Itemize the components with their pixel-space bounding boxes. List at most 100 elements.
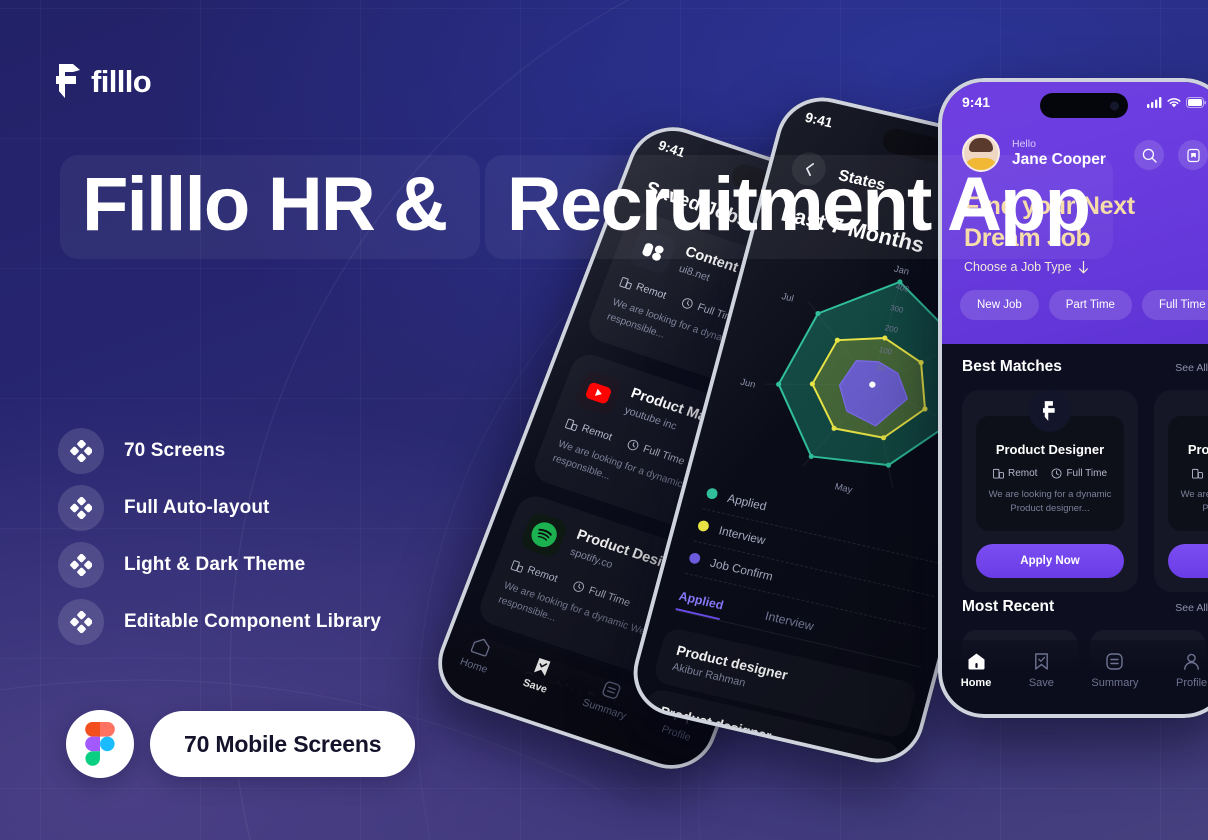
nav-label: Summary: [1091, 677, 1139, 689]
headline-line-1: Filllo HR &: [82, 162, 448, 247]
best-match-body: Product Designer Remot Full Time We are …: [976, 416, 1124, 531]
nav-label: Profile: [659, 723, 693, 744]
youtube-logo-icon: [573, 369, 624, 418]
feature-item-theme: Light & Dark Theme: [58, 536, 381, 593]
nav-item-summary[interactable]: Summary: [581, 675, 637, 722]
building-icon: [992, 468, 1004, 479]
headline-row-2: Recruitment App: [484, 155, 1114, 260]
brand-logo-text: filllo: [91, 63, 152, 99]
chip-full-time[interactable]: Full Time: [1141, 290, 1208, 320]
summary-icon: [1106, 653, 1124, 670]
legend-dot: [696, 519, 711, 533]
company-badge: [1029, 390, 1071, 432]
feature-item-autolayout: Full Auto-layout: [58, 479, 381, 536]
feature-label: 70 Screens: [124, 439, 226, 461]
headline-row-1: Filllo HR &: [60, 155, 481, 260]
tab-applied[interactable]: Applied: [675, 589, 725, 620]
radar-label-jun: Jun: [739, 377, 756, 390]
section-title: Most Recent: [962, 598, 1055, 615]
job-location: Remot: [510, 559, 559, 585]
section-title: Best Matches: [962, 358, 1062, 375]
nav-item-save[interactable]: Save: [1029, 652, 1054, 689]
bookmark-icon: [1034, 653, 1048, 670]
greeting-label: Hello: [1012, 137, 1036, 150]
feature-item-component-library: Editable Component Library: [58, 593, 381, 650]
building-icon: [619, 277, 632, 290]
wifi-icon: [1167, 97, 1181, 107]
brand-logo: filllo: [56, 63, 152, 99]
nav-label: Home: [960, 677, 992, 689]
mobile-screens-badge: 70 Mobile Screens: [66, 710, 416, 778]
saved-button[interactable]: [1178, 140, 1208, 170]
nav-label: Home: [458, 655, 490, 676]
best-match-card[interactable]: Product Designer Remot Full Time: [1154, 390, 1208, 592]
job-type-chips: New Job Part Time Full Time Work: [960, 290, 1208, 320]
saved-bookmark-icon: [1186, 148, 1200, 162]
profile-icon: [1184, 653, 1199, 670]
building-icon: [1192, 468, 1204, 479]
building-icon: [565, 418, 578, 432]
badge-pill[interactable]: 70 Mobile Screens: [150, 711, 416, 777]
most-recent-header: Most Recent See All: [962, 598, 1208, 616]
match-title: Product Designer: [1187, 442, 1208, 457]
best-matches-header: Best Matches See All: [962, 358, 1208, 376]
radar-label-may: May: [834, 481, 854, 495]
radar-label-jul: Jul: [781, 291, 795, 303]
feature-label: Editable Component Library: [124, 610, 382, 632]
clock-icon: [628, 439, 639, 451]
feature-item-screens: 70 Screens: [58, 422, 381, 479]
bookmark-icon: [534, 658, 551, 677]
chip-part-time[interactable]: Part Time: [1048, 290, 1132, 320]
best-match-card[interactable]: Product Designer Remot Full Time We are …: [962, 390, 1138, 592]
page-title: Filllo HR & Recruitment App: [60, 155, 1114, 269]
clock-icon: [1051, 468, 1062, 479]
match-meta: Remot Full Time: [1178, 468, 1208, 479]
filllo-bolt-icon: [1043, 401, 1055, 421]
see-all-link[interactable]: See All: [1175, 362, 1208, 374]
bottom-nav: Home Save Summary Profile: [942, 640, 1208, 714]
diamond-cluster-icon: [58, 427, 104, 474]
match-description: We are looking for a dynamic Product des…: [1180, 489, 1208, 515]
legend-dot: [705, 487, 719, 501]
nav-item-summary[interactable]: Summary: [1091, 652, 1138, 689]
battery-icon: [1186, 96, 1206, 108]
legend-label: Interview: [717, 522, 768, 547]
apply-now-button[interactable]: Apply Now: [1168, 543, 1208, 578]
status-icons: [1147, 96, 1206, 108]
search-button[interactable]: [1134, 140, 1164, 170]
job-location: Remot: [564, 417, 614, 443]
match-title: Product Designer: [995, 442, 1105, 457]
diamond-cluster-icon: [58, 541, 104, 588]
see-all-link[interactable]: See All: [1175, 602, 1208, 614]
legend-label: Job Confirm: [708, 555, 775, 583]
tab-interview[interactable]: Interview: [762, 609, 816, 641]
nav-item-save[interactable]: Save: [521, 655, 557, 696]
match-type: Full Time: [1051, 468, 1107, 479]
building-icon: [510, 560, 524, 573]
figma-badge: [66, 710, 134, 778]
status-time: 9:41: [962, 94, 991, 110]
nav-item-profile[interactable]: Profile: [1176, 652, 1207, 689]
clock-icon: [573, 581, 585, 593]
match-location: Remot: [1192, 468, 1208, 479]
feature-label: Light & Dark Theme: [124, 553, 306, 575]
best-match-body: Product Designer Remot Full Time: [1168, 416, 1208, 531]
feature-list: 70 Screens Full Auto-layout Light & Dark…: [58, 422, 381, 650]
search-icon: [1142, 148, 1157, 163]
nav-item-home[interactable]: Home: [960, 652, 992, 689]
cellular-signal-icon: [1147, 96, 1162, 108]
promo-stage: filllo Filllo HR & Recruitment App 70 Sc…: [0, 0, 1208, 840]
apply-now-button[interactable]: Apply Now: [976, 543, 1124, 578]
badge-pill-label: 70 Mobile Screens: [184, 730, 382, 757]
chip-new-job[interactable]: New Job: [960, 290, 1039, 320]
avatar-hair: [969, 138, 993, 152]
match-description: We are looking for a dynamic Product des…: [988, 489, 1112, 515]
match-location: Remot: [992, 468, 1037, 479]
diamond-cluster-icon: [58, 484, 104, 531]
dynamic-island: [1040, 93, 1128, 118]
clock-icon: [682, 298, 694, 309]
nav-label: Save: [521, 677, 549, 696]
nav-item-home[interactable]: Home: [458, 634, 497, 676]
nav-label: Save: [1028, 677, 1054, 689]
spotify-logo-icon: [519, 510, 570, 559]
